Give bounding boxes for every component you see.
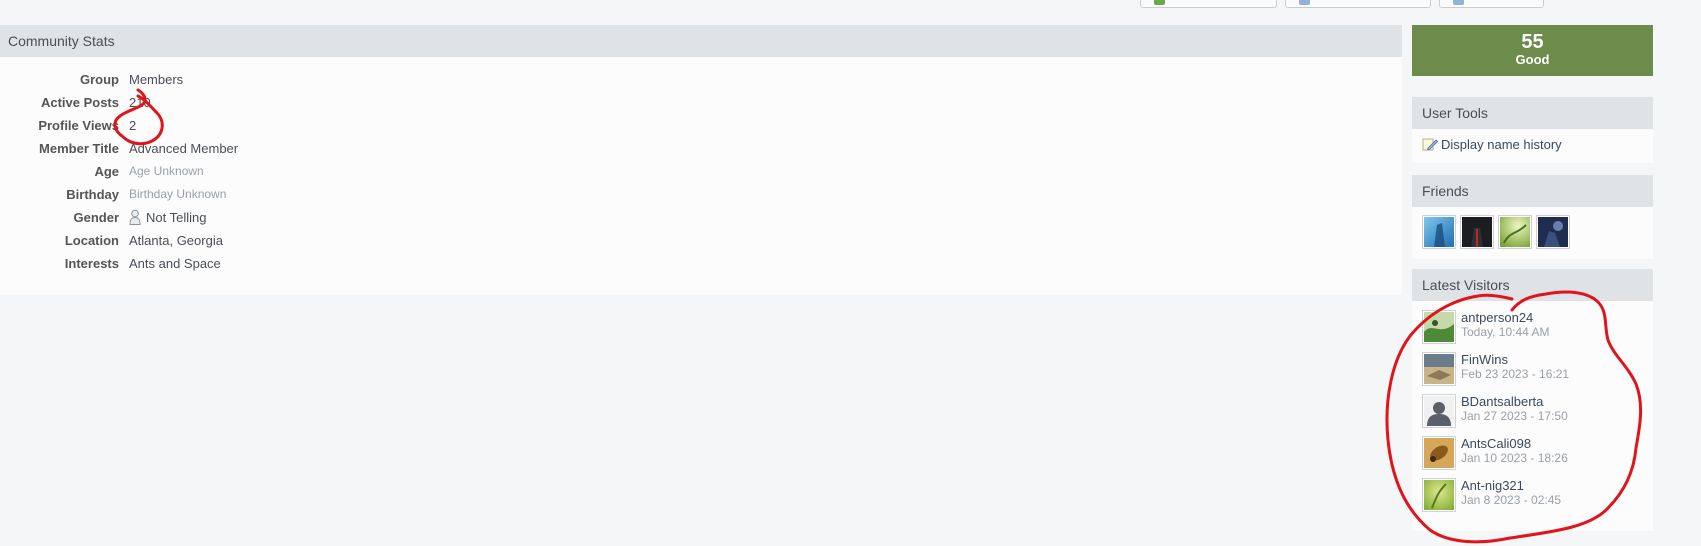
stat-value: Members [129,72,184,87]
stat-row-birthday: Birthday Birthday Unknown [0,183,1402,206]
stat-label: Birthday [66,187,119,202]
stat-label: Location [64,233,119,248]
latest-visitors-header: Latest Visitors [1412,269,1653,301]
community-stats-header: Community Stats [0,25,1402,57]
toolbar-icon [1154,0,1165,5]
stat-label: Interests [64,256,119,271]
stat-value: Age Unknown [129,164,204,178]
stat-row-gender: Gender Not Telling [0,206,1402,229]
stat-label: Member Title [39,141,119,156]
stat-value-gender: Not Telling [129,206,206,229]
pencil-icon [1422,136,1439,158]
stat-row-member-title: Member Title Advanced Member [0,137,1402,160]
gender-neutral-icon [129,209,141,225]
visitor-name-link[interactable]: FinWins [1461,352,1508,367]
stat-value: Birthday Unknown [129,187,227,201]
stat-row-interests: Interests Ants and Space [0,252,1402,275]
reputation-label: Good [1515,52,1550,67]
visitor-item: antperson24 Today, 10:44 AM [1412,304,1653,346]
visitor-name-link[interactable]: Ant-nig321 [1461,478,1524,493]
friend-avatar[interactable] [1536,215,1570,249]
stat-row-profile-views: Profile Views 2 [0,114,1402,137]
stat-label: Group [80,72,119,87]
friend-avatar[interactable] [1460,215,1494,249]
stat-value: Advanced Member [129,141,239,156]
display-name-history-link[interactable]: Display name history [1422,135,1653,158]
stat-label: Gender [73,210,119,225]
stat-value: 2 [129,118,137,133]
stats-list: Group Members Active Posts 210 Profile V… [0,57,1402,275]
toolbar-button-1[interactable] [1140,0,1277,8]
stat-value: Atlanta, Georgia [129,233,223,248]
visitor-name-link[interactable]: BDantsalberta [1461,394,1543,409]
default-avatar-icon[interactable] [1422,394,1456,428]
visitor-avatar[interactable] [1422,478,1456,512]
community-stats-panel: Community Stats Group Members Active Pos… [0,25,1402,295]
toolbar-icon [1453,0,1464,5]
reputation-box: 55 Good [1412,25,1653,76]
visitor-item: FinWins Feb 23 2023 - 16:21 [1412,346,1653,388]
visitor-item: Ant-nig321 Jan 8 2023 - 02:45 [1412,472,1653,514]
user-tools-header: User Tools [1412,97,1653,129]
friends-box: Friends [1412,175,1653,259]
friend-avatar[interactable] [1422,215,1456,249]
page-scrollbar[interactable] [1686,0,1701,546]
friends-list [1412,207,1653,249]
stat-label: Profile Views [38,118,119,133]
stat-label: Active Posts [40,95,119,110]
visitor-list: antperson24 Today, 10:44 AM FinWins Feb … [1412,301,1653,514]
reputation-number: 55 [1521,31,1544,53]
stat-value: Ants and Space [129,256,221,271]
friends-header: Friends [1412,175,1653,207]
visitor-avatar[interactable] [1422,436,1456,470]
user-tools-box: User Tools Display name history [1412,97,1653,163]
latest-visitors-box: Latest Visitors antperson24 Today, 10:44… [1412,269,1653,531]
display-name-history-label: Display name history [1441,137,1562,152]
visitor-date: Feb 23 2023 - 16:21 [1461,367,1570,381]
gender-value: Not Telling [146,210,207,225]
visitor-date: Jan 10 2023 - 18:26 [1461,451,1568,465]
visitor-avatar[interactable] [1422,310,1456,344]
visitor-date: Jan 27 2023 - 17:50 [1461,409,1568,423]
stat-value: 210 [129,95,151,110]
visitor-date: Today, 10:44 AM [1461,325,1550,339]
visitor-item: BDantsalberta Jan 27 2023 - 17:50 [1412,388,1653,430]
stat-row-group: Group Members [0,68,1402,91]
stat-row-active-posts: Active Posts 210 [0,91,1402,114]
toolbar-icon [1299,0,1310,5]
stat-label: Age [94,164,119,179]
stat-row-age: Age Age Unknown [0,160,1402,183]
visitor-name-link[interactable]: antperson24 [1461,310,1533,325]
stat-row-location: Location Atlanta, Georgia [0,229,1402,252]
toolbar-button-3[interactable] [1439,0,1544,8]
toolbar-button-2[interactable] [1285,0,1431,8]
visitor-item: AntsCali098 Jan 10 2023 - 18:26 [1412,430,1653,472]
visitor-avatar[interactable] [1422,352,1456,386]
visitor-date: Jan 8 2023 - 02:45 [1461,493,1562,507]
visitor-name-link[interactable]: AntsCali098 [1461,436,1531,451]
friend-avatar[interactable] [1498,215,1532,249]
